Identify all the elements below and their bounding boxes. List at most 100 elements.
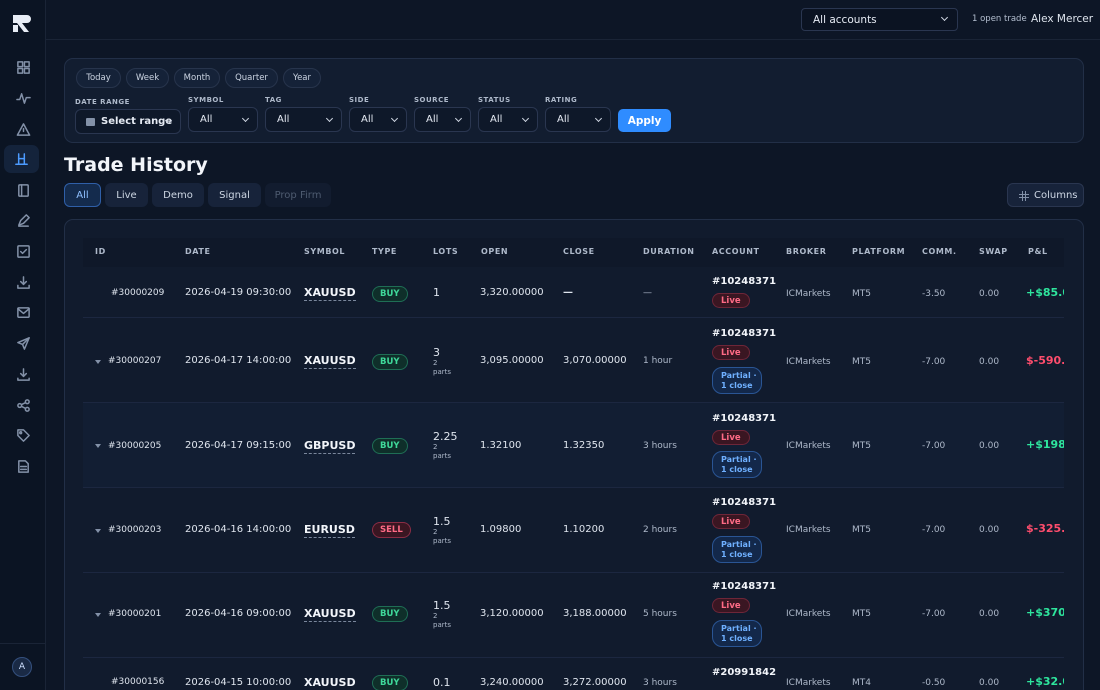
avatar[interactable]: A: [12, 657, 32, 677]
account-live-badge: Live: [712, 598, 750, 613]
trade-duration: 2 hours: [643, 525, 677, 535]
trade-id[interactable]: #30000156: [111, 677, 164, 687]
col-platform[interactable]: PLATFORM: [852, 247, 905, 256]
tag-icon[interactable]: [12, 424, 34, 446]
download-icon[interactable]: [12, 271, 34, 293]
trade-id[interactable]: #30000201: [108, 609, 161, 619]
trade-parts: 2 parts: [433, 528, 452, 545]
rating-value: All: [557, 114, 570, 125]
trade-symbol[interactable]: EURUSD: [304, 523, 355, 538]
trade-open: 3,095.00000: [480, 355, 544, 366]
partial-close-badge[interactable]: Partial · 1 close: [712, 451, 762, 478]
trade-id[interactable]: #30000203: [108, 525, 161, 535]
col-type[interactable]: TYPE: [372, 247, 397, 256]
trade-symbol[interactable]: XAUUSD: [304, 286, 356, 301]
type-badge: BUY: [372, 675, 408, 690]
partial-close-badge[interactable]: Partial · 1 close: [712, 620, 762, 647]
trade-symbol[interactable]: XAUUSD: [304, 676, 356, 690]
trade-platform: MT5: [852, 357, 871, 367]
account-select[interactable]: All accounts: [801, 8, 958, 31]
trade-swap: 0.00: [979, 609, 1000, 619]
account-number[interactable]: #20991842: [712, 667, 776, 678]
preset-month[interactable]: Month: [174, 68, 220, 88]
date-range-select[interactable]: Select range: [75, 109, 181, 134]
trade-id[interactable]: #30000207: [108, 356, 161, 366]
preset-today[interactable]: Today: [76, 68, 121, 88]
edit-icon[interactable]: [12, 209, 34, 231]
col-swap[interactable]: SWAP: [979, 247, 1008, 256]
status-select[interactable]: All: [478, 107, 538, 132]
preset-week[interactable]: Week: [126, 68, 169, 88]
trade-open: 3,320.00000: [480, 287, 544, 298]
columns-button[interactable]: Columns: [1007, 183, 1084, 207]
pnl-cell: +$32.00: [1026, 675, 1064, 690]
col-broker[interactable]: BROKER: [786, 247, 826, 256]
preset-quarter[interactable]: Quarter: [225, 68, 278, 88]
send-icon[interactable]: [12, 332, 34, 354]
apply-button[interactable]: Apply: [618, 109, 671, 132]
import-icon[interactable]: [12, 363, 34, 385]
tab-all[interactable]: All: [64, 183, 101, 207]
trade-id[interactable]: #30000209: [111, 288, 164, 298]
tab-demo[interactable]: Demo: [152, 183, 204, 207]
account-number[interactable]: #10248371: [712, 413, 776, 424]
activity-icon[interactable]: [12, 87, 34, 109]
tab-live[interactable]: Live: [105, 183, 148, 207]
tab-prop-firm[interactable]: Prop Firm: [265, 183, 331, 207]
col-date[interactable]: DATE: [185, 247, 211, 256]
journal-icon[interactable]: [12, 179, 34, 201]
symbol-select[interactable]: All: [188, 107, 258, 132]
preset-year[interactable]: Year: [283, 68, 321, 88]
trade-symbol[interactable]: XAUUSD: [304, 354, 356, 369]
share-icon[interactable]: [12, 394, 34, 416]
col-lots[interactable]: LOTS: [433, 247, 458, 256]
checklist-icon[interactable]: [12, 240, 34, 262]
col-duration[interactable]: DURATION: [643, 247, 695, 256]
date-range-label: DATE RANGE: [75, 98, 130, 106]
tab-signal[interactable]: Signal: [208, 183, 261, 207]
col-symbol[interactable]: SYMBOL: [304, 247, 345, 256]
account-number[interactable]: #10248371: [712, 276, 776, 287]
trade-parts: 2 parts: [433, 612, 452, 629]
app-logo-icon[interactable]: [11, 12, 33, 34]
trade-close: 3,070.00000: [563, 355, 627, 366]
expand-chevron-icon[interactable]: [95, 444, 101, 448]
account-number[interactable]: #10248371: [712, 581, 776, 592]
partial-close-badge[interactable]: Partial · 1 close: [712, 536, 762, 563]
user-name[interactable]: Alex Mercer: [1031, 13, 1093, 25]
mail-icon[interactable]: [12, 301, 34, 323]
col-open[interactable]: OPEN: [481, 247, 508, 256]
document-icon[interactable]: [12, 455, 34, 477]
account-number[interactable]: #10248371: [712, 497, 776, 508]
trade-symbol[interactable]: XAUUSD: [304, 607, 356, 622]
page-title: Trade History: [64, 154, 208, 176]
chevron-down-icon: [454, 114, 463, 123]
rating-select[interactable]: All: [545, 107, 611, 132]
sidebar-divider: [0, 643, 45, 644]
account-number[interactable]: #10248371: [712, 328, 776, 339]
trade-comm: -7.00: [922, 357, 946, 367]
partial-close-badge[interactable]: Partial · 1 close: [712, 367, 762, 394]
trade-id[interactable]: #30000205: [108, 441, 161, 451]
tag-select[interactable]: All: [265, 107, 342, 132]
side-select[interactable]: All: [349, 107, 407, 132]
topbar: All accounts 1 open trade Alex Mercer: [46, 0, 1100, 40]
trade-lots: 1.5: [433, 515, 451, 528]
trade-symbol[interactable]: GBPUSD: [304, 439, 356, 454]
col-account[interactable]: ACCOUNT: [712, 247, 760, 256]
col-comm[interactable]: COMM.: [922, 247, 957, 256]
col-id[interactable]: ID: [95, 247, 106, 256]
alert-icon[interactable]: [12, 118, 34, 140]
chevron-down-icon: [940, 13, 949, 22]
trades-icon[interactable]: [4, 145, 39, 173]
expand-chevron-icon[interactable]: [95, 613, 101, 617]
expand-chevron-icon[interactable]: [95, 529, 101, 533]
col-close[interactable]: CLOSE: [563, 247, 595, 256]
col-pnl[interactable]: P&L: [1028, 247, 1048, 256]
source-select[interactable]: All: [414, 107, 471, 132]
open-trades-count[interactable]: 1 open trade: [972, 14, 1027, 24]
trade-broker: ICMarkets: [786, 609, 831, 619]
trade-comm: -3.50: [922, 289, 946, 299]
expand-chevron-icon[interactable]: [95, 360, 101, 364]
dashboard-icon[interactable]: [12, 56, 34, 78]
